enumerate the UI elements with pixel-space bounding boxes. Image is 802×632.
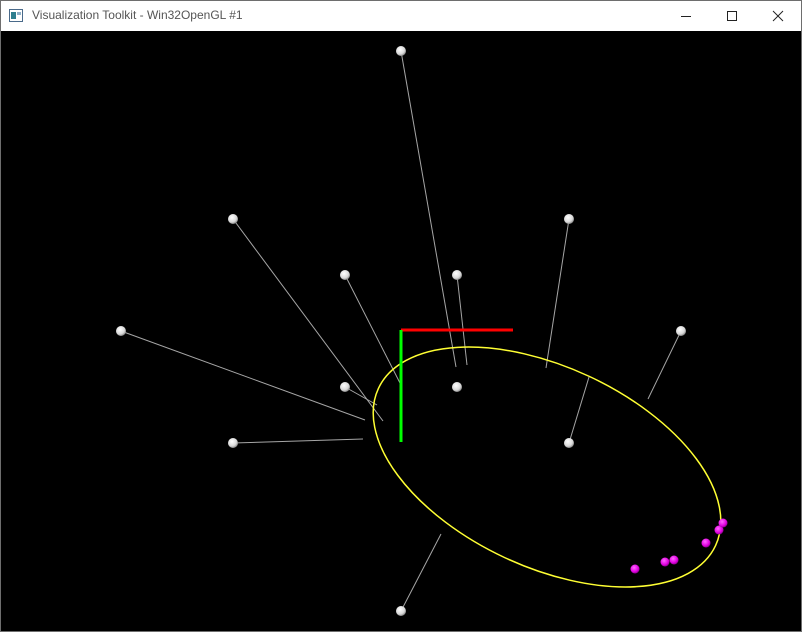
sphere-node: [396, 606, 406, 616]
connector-line: [400, 50, 457, 368]
sphere-node: [564, 438, 574, 448]
sphere-node: [676, 326, 686, 336]
application-window: Visualization Toolkit - Win32OpenGL #1: [0, 0, 802, 632]
sphere-node: [340, 270, 350, 280]
connector-line: [232, 438, 364, 444]
marker-sphere: [660, 557, 670, 567]
connector-line: [344, 274, 402, 386]
sphere-node: [228, 438, 238, 448]
vtk-render-scene: [116, 46, 728, 616]
sphere-node: [228, 214, 238, 224]
minimize-button[interactable]: [663, 1, 709, 31]
connector-line: [400, 533, 442, 612]
render-viewport[interactable]: [1, 31, 801, 631]
title-bar[interactable]: Visualization Toolkit - Win32OpenGL #1: [1, 1, 801, 31]
close-icon: [772, 10, 784, 22]
connector-line: [456, 274, 468, 366]
close-button[interactable]: [755, 1, 801, 31]
connector-line: [232, 218, 384, 422]
connector-line: [545, 218, 570, 369]
sphere-node: [116, 326, 126, 336]
sphere-node: [452, 270, 462, 280]
maximize-icon: [727, 11, 737, 21]
connector-line: [344, 386, 378, 406]
ellipse-ring: [372, 346, 722, 588]
sphere-node: [396, 46, 406, 56]
connector-line: [647, 330, 682, 400]
marker-sphere: [718, 518, 728, 528]
vtk-window-icon: [9, 9, 23, 22]
sphere-node: [452, 382, 462, 392]
marker-sphere: [669, 555, 679, 565]
marker-spheres: [630, 518, 728, 574]
minimize-icon: [681, 16, 691, 17]
connector-line: [568, 376, 590, 444]
marker-sphere: [701, 538, 711, 548]
connector-line: [120, 330, 366, 421]
marker-sphere: [630, 564, 640, 574]
window-title: Visualization Toolkit - Win32OpenGL #1: [32, 8, 243, 22]
sphere-node: [340, 382, 350, 392]
sphere-node: [564, 214, 574, 224]
maximize-button[interactable]: [709, 1, 755, 31]
